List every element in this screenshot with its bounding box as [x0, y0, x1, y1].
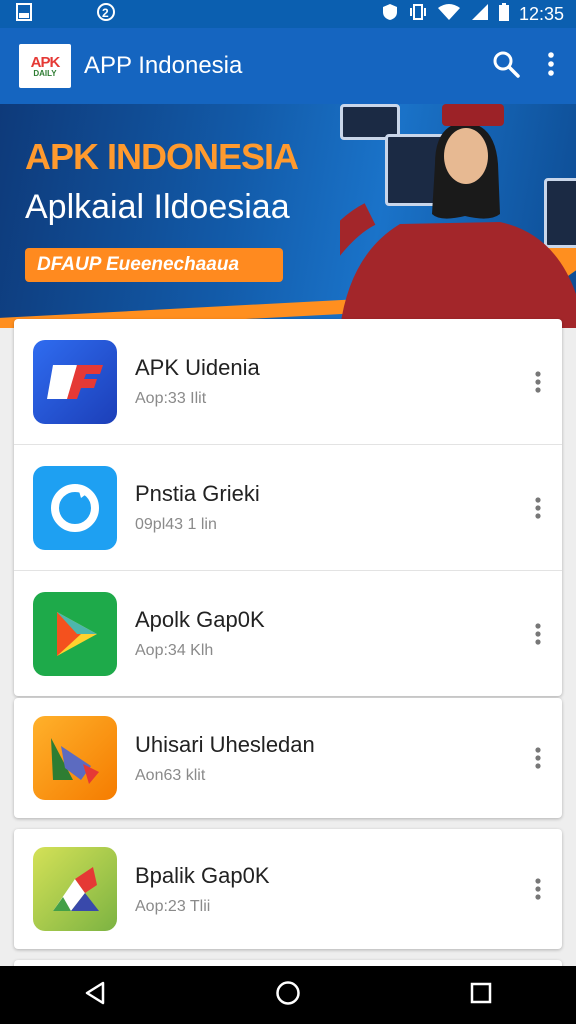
battery-icon [498, 2, 509, 26]
more-options-icon[interactable] [534, 877, 542, 901]
play-triangle-icon [33, 591, 117, 676]
app-meta: Aop:34 Klh [135, 642, 214, 659]
bf-logo-icon [33, 339, 117, 424]
overflow-menu-icon[interactable] [548, 51, 554, 81]
banner-person-image [340, 104, 576, 328]
app-meta: Aon63 klit [135, 766, 206, 784]
list-item[interactable]: Uhisari Uhesledan Aon63 klit [14, 698, 562, 818]
banner-cta-button[interactable]: DFAUP Eueenechaaua [25, 248, 283, 282]
promo-banner[interactable]: APK INDONESIA Aplkaial Ildoesiaa DFAUP E… [0, 104, 576, 328]
recents-icon[interactable] [470, 982, 492, 1009]
maps-pin-icon [33, 716, 117, 800]
more-options-icon[interactable] [534, 746, 542, 770]
banner-subtitle: Aplkaial Ildoesiaa [25, 188, 290, 226]
app-list-card: APK Uidenia Aop:33 Ilit Pnstia Grieki 09… [14, 319, 562, 696]
app-title: Pnstia Grieki [135, 481, 260, 506]
list-item[interactable]: Pnstia Grieki 09pl43 1 lin [14, 444, 562, 570]
app-title: Uhisari Uhesledan [135, 731, 315, 757]
app-title: APP Indonesia [84, 52, 243, 79]
app-list-card: Uhisari Uhesledan Aon63 klit [14, 698, 562, 818]
app-title: APK Uidenia [135, 355, 260, 380]
vibrate-icon [409, 3, 427, 26]
app-meta: 09pl43 1 lin [135, 516, 217, 533]
app-title: Bpalik Gap0K [135, 862, 270, 888]
navigation-bar [0, 966, 576, 1024]
wifi-icon [437, 3, 461, 26]
more-options-icon[interactable] [534, 622, 542, 646]
app-logo[interactable]: APK DAILY [19, 44, 71, 88]
status-time: 12:35 [518, 3, 564, 24]
app-meta: Aop:33 Ilit [135, 390, 207, 407]
back-icon[interactable] [84, 981, 106, 1010]
more-options-icon[interactable] [534, 496, 542, 520]
sync-app-icon: 2 [96, 2, 116, 27]
app-title: Apolk Gap0K [135, 607, 265, 632]
list-item[interactable]: Bpalik Gap0K Aop:23 Tlii [14, 829, 562, 949]
list-item[interactable]: APK Uidenia Aop:33 Ilit [14, 319, 562, 444]
app-meta: Aop:23 Tlii [135, 897, 211, 915]
status-bar: 2 12:35 [0, 0, 576, 28]
app-bar: APK DAILY APP Indonesia [0, 28, 576, 104]
ring-logo-icon [33, 465, 117, 550]
banner-title: APK INDONESIA [25, 136, 299, 177]
app-list-card: Bpalik Gap0K Aop:23 Tlii [14, 829, 562, 949]
signal-icon [471, 3, 489, 26]
gallery-icon [16, 2, 32, 26]
home-icon[interactable] [275, 980, 301, 1011]
svg-text:2: 2 [102, 6, 109, 20]
more-options-icon[interactable] [534, 370, 542, 394]
shield-icon [381, 3, 399, 26]
list-item[interactable]: Apolk Gap0K Aop:34 Klh [14, 570, 562, 696]
search-icon[interactable] [492, 50, 520, 83]
maps-arrow-icon [33, 847, 117, 931]
